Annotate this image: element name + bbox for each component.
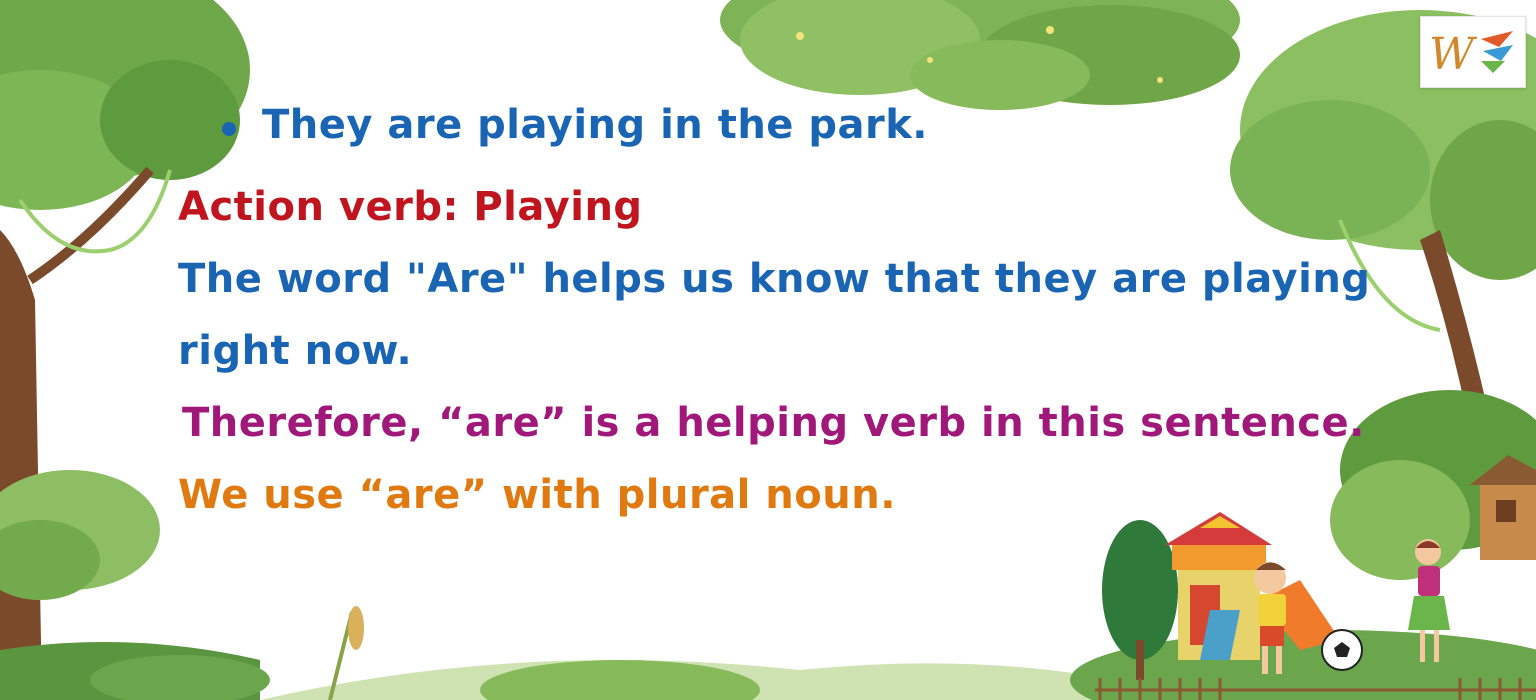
example-sentence: They are playing in the park. [262,102,929,148]
brand-logo: W [1420,16,1526,88]
bottom-grass [260,606,1160,700]
helping-verb-conclusion: Therefore, “are” is a helping verb in th… [182,400,1365,446]
plural-noun-rule: We use “are” with plural noun. [178,472,896,518]
explanation-line-2: right now. [178,328,413,374]
w-brand-logo-icon: W [1429,29,1513,80]
top-canopy [720,0,1240,110]
svg-text:W: W [1429,29,1478,80]
explanation-line-1: The word "Are" helps us know that they a… [178,256,1371,302]
action-verb-label: Action verb: Playing [178,184,643,230]
bullet-point [222,122,236,136]
